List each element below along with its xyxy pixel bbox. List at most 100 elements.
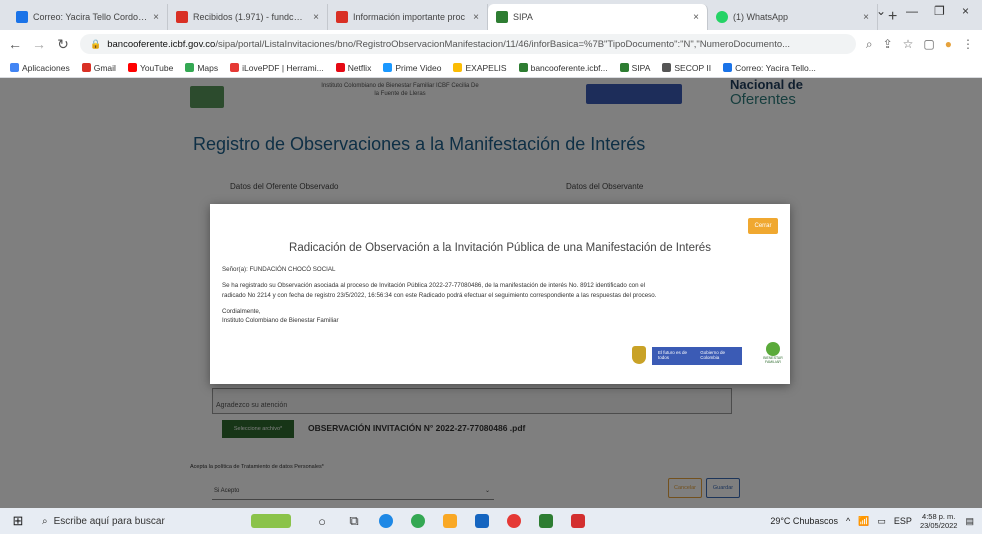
bookmark-icon [335,63,345,72]
system-tray: 29°C Chubascos ^ 📶 ▭ ESP 4:58 p. m. 23/0… [770,508,974,534]
tab-gmail-recibidos[interactable]: Recibidos (1.971) - fundchoc × [168,4,328,30]
tab-sipa[interactable]: SIPA × [488,4,708,30]
bookmark-icon [10,63,19,72]
star-icon[interactable]: ☆ [903,37,914,51]
menu-icon[interactable]: ⋮ [962,37,974,51]
profile-icon[interactable]: ● [945,37,952,51]
task-view-icon[interactable]: ⧉ [338,508,370,534]
weather-text[interactable]: 29°C Chubascos [770,516,838,526]
sidebar-icon[interactable]: ▢ [923,37,934,51]
close-icon[interactable]: × [473,12,479,23]
gmail-icon [176,11,188,23]
chrome-taskbar-icon[interactable] [498,508,530,534]
close-icon[interactable]: × [313,12,319,23]
bookmark-item[interactable]: SECOP II [662,63,711,73]
modal-salutation: Señor(a): FUNDACIÓN CHOCÓ SOCIAL [222,266,336,273]
gmail-icon [336,11,348,23]
bookmark-label: EXAPELIS [465,62,507,73]
bookmark-icon [453,63,463,72]
modal-closing: Cordialmente, [222,308,261,315]
tab-label: Recibidos (1.971) - fundchoc [193,12,308,22]
url-input[interactable]: 🔒 bancooferente.icbf.gov.co /sipa/portal… [80,34,856,54]
colombia-shield-icon [632,346,646,364]
bookmark-label: Maps [197,62,219,73]
bookmark-item[interactable]: bancooferente.icbf... [518,62,608,73]
bookmark-icon [127,63,137,72]
bookmark-icon [383,63,393,72]
back-icon[interactable]: ← [8,36,22,52]
window-close-button[interactable]: × [962,4,969,18]
share-icon[interactable]: ⇪ [883,37,893,51]
edge-icon[interactable] [370,508,402,534]
language-indicator[interactable]: ESP [894,516,912,526]
address-bar-row: ← → ↻ 🔒 bancooferente.icbf.gov.co /sipa/… [0,30,982,58]
bookmark-label: YouTube [139,62,174,73]
search-icon: ⌕ [42,515,48,527]
bookmark-item[interactable]: Netflix [335,63,371,73]
gov-logo-text2: Gobierno de Colombia [700,350,726,360]
battery-icon[interactable]: ▭ [877,516,886,527]
clock-time: 4:58 p. m. [922,512,956,521]
bookmark-item[interactable]: Correo: Yacira Tello... [723,63,816,73]
radicacion-modal: Cerrar Radicación de Observación a la In… [210,204,790,384]
tab-label: (1) WhatsApp [733,12,789,22]
outlook-taskbar-icon[interactable] [466,508,498,534]
bookmark-icon [230,63,240,72]
bookmark-item[interactable]: SIPA [619,62,651,73]
bookmark-label: SECOP II [674,62,712,73]
taskbar-search-input[interactable]: ⌕ Escribe aquí para buscar [36,508,236,534]
file-explorer-icon[interactable] [434,508,466,534]
bookmark-item[interactable]: YouTube [127,62,174,73]
clock[interactable]: 4:58 p. m. 23/05/2022 [920,512,958,530]
modal-body-line2: radicado No 2214 y con fecha de registro… [222,292,657,299]
cortana-icon[interactable]: ○ [306,508,338,534]
url-host: bancooferente.icbf.gov.co [107,38,216,50]
icbf-logo-text: BIENESTAR FAMILIAR [763,356,783,364]
maximize-button[interactable]: ❐ [934,4,945,18]
close-icon[interactable]: × [693,12,699,23]
windows-taskbar: ⊞ ⌕ Escribe aquí para buscar ○ ⧉ 29°C Ch… [0,508,982,534]
url-path: /sipa/portal/ListaInvitaciones/bno/Regis… [215,38,791,50]
bookmark-label: iLovePDF | Herrami... [242,62,324,73]
sipa-icon [496,11,508,23]
bookmark-item[interactable]: EXAPELIS [453,62,507,73]
forward-icon[interactable]: → [32,36,46,52]
lock-icon: 🔒 [90,38,102,49]
bookmark-label: Prime Video [395,62,442,73]
network-icon[interactable]: 📶 [858,516,869,527]
outlook-icon [16,11,28,23]
icbf-icon [766,342,780,356]
reload-icon[interactable]: ↻ [56,36,70,53]
notifications-icon[interactable]: ▤ [965,516,974,527]
clock-date: 23/05/2022 [919,521,958,530]
close-icon[interactable]: × [153,12,159,23]
chrome-icon[interactable] [402,508,434,534]
bookmark-item[interactable]: iLovePDF | Herrami... [230,63,324,73]
tab-label: Correo: Yacira Tello Cordoba [33,12,148,22]
zoom-icon[interactable]: ⌕ [866,37,873,52]
bookmark-item[interactable]: Gmail [81,62,116,73]
excel-icon[interactable] [530,508,562,534]
windows-start-icon[interactable]: ⊞ [0,508,36,534]
bookmark-icon [723,63,733,72]
taskbar-weather-widget-icon[interactable] [236,508,306,534]
modal-title: Radicación de Observación a la Invitació… [289,242,711,254]
minimize-button[interactable]: — [906,4,918,18]
bookmark-item[interactable]: Maps [185,63,218,73]
acrobat-icon[interactable] [562,508,594,534]
bookmark-item[interactable]: Aplicaciones [10,63,70,73]
tab-correo[interactable]: Correo: Yacira Tello Cordoba × [8,4,168,30]
close-icon[interactable]: × [863,12,869,23]
modal-signature: Instituto Colombiano de Bienestar Famili… [222,317,339,324]
modal-body-line1: Se ha registrado su Observación asociada… [222,282,646,289]
bookmark-item[interactable]: Prime Video [383,63,441,73]
chevron-up-icon[interactable]: ^ [846,516,850,526]
tab-whatsapp[interactable]: (1) WhatsApp × [708,4,878,30]
bookmark-label: bancooferente.icbf... [530,62,608,73]
modal-close-button[interactable]: Cerrar [748,218,778,234]
tab-gmail-informacion[interactable]: Información importante proc × [328,4,488,30]
bookmark-label: SIPA [631,62,651,73]
tab-search-dropdown-icon[interactable]: ⌄ [876,4,886,18]
bookmark-label: Gmail [93,62,116,73]
gov-logo-text: El futuro es de todos [658,350,688,360]
